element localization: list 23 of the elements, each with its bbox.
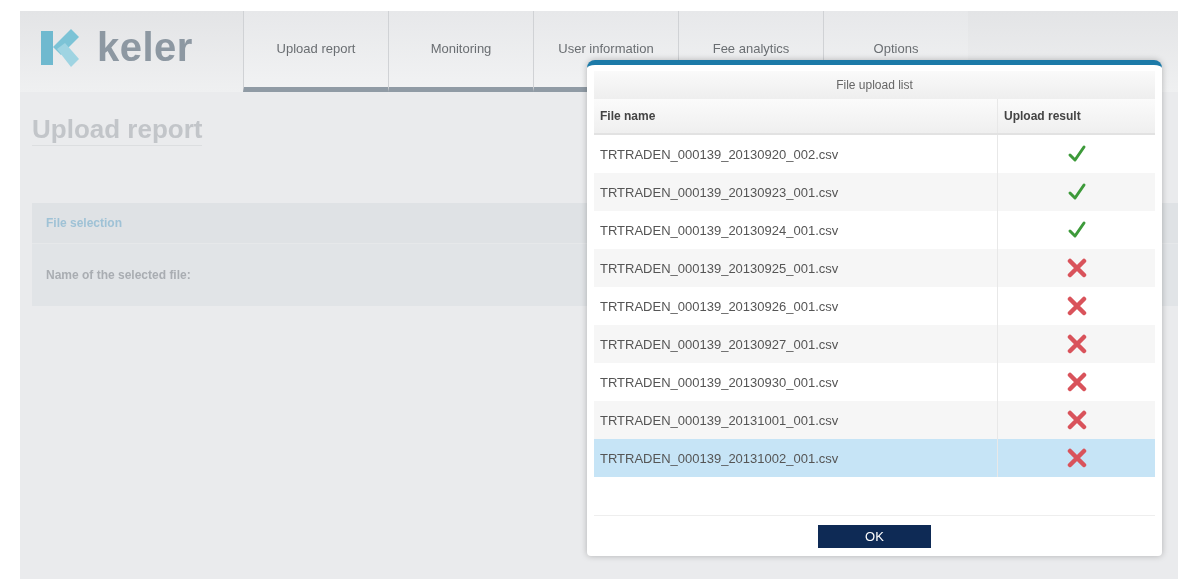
- section-title: File selection: [46, 216, 123, 230]
- field-label: Name of the selected file:: [46, 268, 191, 282]
- table-row[interactable]: TRTRADEN_000139_20130925_001.csv: [594, 249, 1155, 287]
- file-name-cell-text: TRTRADEN_000139_20130930_001.csv: [599, 373, 840, 392]
- nav-tab[interactable]: Upload report: [243, 11, 388, 92]
- file-name-cell-text: TRTRADEN_000139_20130926_001.csv: [599, 297, 840, 316]
- ok-button[interactable]: OK: [818, 524, 931, 548]
- nav-tab[interactable]: Monitoring: [388, 11, 533, 92]
- column-header[interactable]: File name: [594, 99, 997, 133]
- column-header[interactable]: Upload result: [997, 99, 1155, 133]
- file-name-cell-text: TRTRADEN_000139_20131002_001.csv: [599, 449, 840, 468]
- table-row[interactable]: TRTRADEN_000139_20131001_001.csv: [594, 401, 1155, 439]
- file-name-cell-text: TRTRADEN_000139_20130920_002.csv: [599, 145, 840, 164]
- dialog-title: File upload list: [594, 71, 1155, 99]
- file-name-cell-text: TRTRADEN_000139_20131001_001.csv: [599, 411, 840, 430]
- table-row[interactable]: TRTRADEN_000139_20130927_001.csv: [594, 325, 1155, 363]
- table-row[interactable]: TRTRADEN_000139_20131002_001.csv: [594, 439, 1155, 477]
- table-row[interactable]: TRTRADEN_000139_20130923_001.csv: [594, 173, 1155, 211]
- file-name-cell-text: TRTRADEN_000139_20130925_001.csv: [599, 259, 840, 278]
- file-name-cell-text: TRTRADEN_000139_20130923_001.csv: [599, 183, 840, 202]
- file-name-cell-text: TRTRADEN_000139_20130924_001.csv: [599, 221, 840, 240]
- file-name-cell-text: TRTRADEN_000139_20130927_001.csv: [599, 335, 840, 354]
- logo-text: keler: [97, 25, 193, 70]
